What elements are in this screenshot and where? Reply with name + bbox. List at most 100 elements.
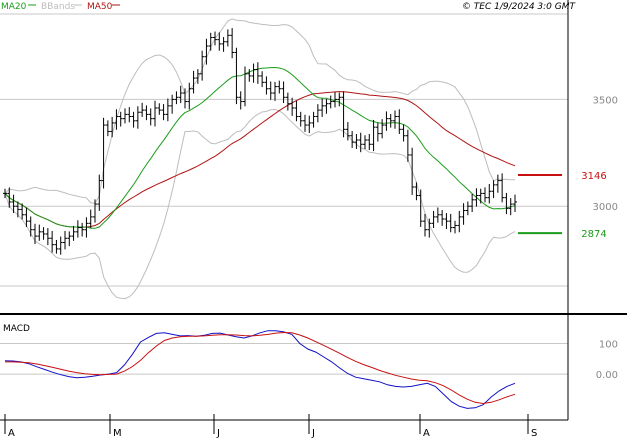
price-bar [453, 220, 457, 234]
price-bar [303, 114, 307, 132]
price-bar [58, 236, 63, 255]
price-bar [465, 201, 470, 216]
price-bar [63, 230, 67, 250]
price-bar [251, 63, 256, 83]
price-bar [140, 102, 145, 117]
price-bar [230, 28, 235, 59]
price-bar [367, 134, 372, 151]
price-bar [273, 81, 277, 101]
price-bar [495, 174, 500, 193]
x-tick-label: S [531, 428, 537, 439]
price-bar [504, 192, 509, 215]
price-bar [491, 180, 496, 199]
price-bar [380, 119, 385, 139]
price-bar [264, 76, 269, 95]
x-axis-labels: AMJJAS [4, 414, 537, 439]
x-tick-label: M [113, 428, 122, 439]
price-bar [393, 110, 397, 129]
macd-y-tick-label: 0.00 [596, 370, 618, 381]
price-bar [457, 210, 462, 233]
price-bar [315, 104, 320, 123]
macd-lines [4, 330, 516, 409]
price-bar [28, 216, 33, 237]
macd-panel-title: MACD [3, 324, 30, 334]
price-bar [294, 100, 299, 122]
price-bar [153, 100, 157, 127]
price-bar [444, 213, 449, 230]
stock-chart: 3146 2874 3500 3000 100 0.00 A M J J A S MA20 BBa… [0, 0, 627, 439]
copyright-text: © TEC 1/9/2024 3:0 GMT [462, 2, 577, 12]
price-bar [118, 111, 123, 127]
price-bar [320, 98, 325, 117]
ma20-path [4, 66, 516, 229]
price-bar [225, 29, 230, 47]
bollinger-bands [4, 18, 516, 300]
price-bar [483, 187, 487, 203]
price-bar [123, 108, 127, 124]
price-bar [157, 103, 162, 115]
price-bar [307, 115, 312, 133]
price-bar [354, 134, 359, 149]
price-bar [75, 220, 80, 238]
grid-lines [0, 13, 568, 375]
price-bar [487, 184, 492, 204]
price-bar [50, 230, 55, 253]
x-tick-label: J [311, 428, 315, 439]
price-bar [41, 227, 46, 240]
price-bar [183, 88, 187, 109]
price-bar [161, 104, 166, 121]
price-bar [384, 111, 389, 131]
x-tick-label: A [423, 428, 430, 439]
price-bar [513, 194, 517, 212]
price-bar [221, 37, 226, 52]
price-bar [33, 223, 37, 245]
legend-bbands-label: BBands [41, 2, 75, 12]
price-bar [131, 111, 136, 128]
price-bar [135, 106, 140, 129]
price-bar [448, 213, 453, 233]
x-tick-label: A [8, 428, 15, 439]
ma50-line [4, 91, 516, 228]
price-bar [110, 116, 115, 138]
price-bar [397, 109, 402, 135]
price-bar [187, 82, 192, 110]
price-bar [37, 224, 42, 241]
price-bar [474, 188, 479, 207]
price-bar [401, 124, 406, 142]
price-bar [45, 227, 50, 246]
price-bar [114, 109, 119, 130]
price-bar [148, 108, 153, 126]
price-bar [431, 210, 436, 228]
price-bar [410, 147, 415, 195]
price-bar [243, 66, 247, 107]
price-bar [324, 99, 329, 114]
price-bar [268, 81, 273, 100]
price-bar [170, 94, 175, 114]
price-bar [405, 129, 410, 162]
y-tick-label: 3000 [593, 202, 618, 213]
price-bar [80, 222, 85, 237]
price-bar [238, 91, 243, 110]
price-bar [208, 32, 213, 51]
price-bar [358, 132, 363, 153]
price-bar [178, 85, 183, 104]
legend-ma20-label: MA20 [1, 2, 27, 12]
price-bar [328, 95, 333, 109]
price-bar [54, 239, 59, 254]
price-bar [260, 71, 265, 88]
price-bar [127, 107, 132, 123]
price-bar [67, 231, 72, 247]
legend-ma50-label: MA50 [87, 2, 113, 12]
price-bar [71, 225, 76, 241]
price-bar [277, 80, 282, 94]
price-bar [388, 113, 393, 128]
price-bar [375, 122, 380, 142]
macd-line [4, 330, 516, 409]
price-bar [470, 193, 475, 212]
price-bar [97, 174, 102, 211]
price-bar [298, 111, 303, 127]
price-bar [88, 209, 93, 228]
price-bar [500, 173, 505, 203]
marker-label-0: 3146 [581, 171, 606, 182]
price-bar [418, 189, 423, 227]
